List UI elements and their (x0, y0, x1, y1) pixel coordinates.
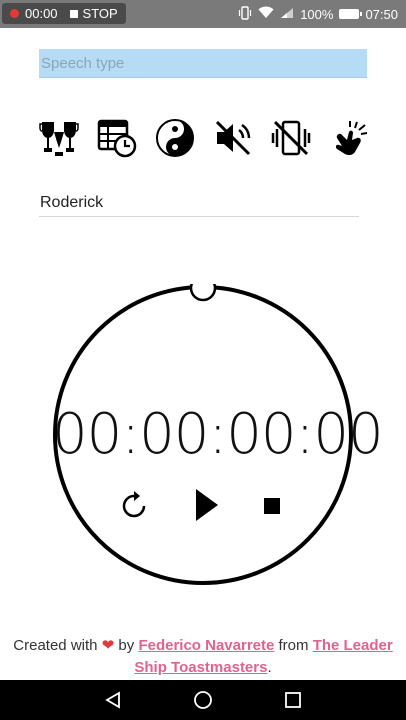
reset-button[interactable] (118, 489, 150, 521)
wifi-icon (258, 6, 274, 22)
vibrate-status-icon (238, 5, 252, 23)
replay-icon (122, 491, 146, 518)
clock: 07:50 (365, 6, 398, 22)
home-button[interactable] (183, 680, 223, 720)
settings-toolbar (38, 117, 370, 159)
stop-button[interactable] (258, 492, 286, 520)
recents-button[interactable] (273, 680, 313, 720)
navigation-bar (0, 680, 406, 720)
yin-yang-icon[interactable] (154, 117, 196, 159)
signal-icon (280, 7, 294, 22)
recording-dot-icon (10, 9, 19, 18)
from-text: from (278, 637, 309, 654)
schedule-calendar-clock-icon[interactable] (96, 117, 138, 159)
speaker-name-input[interactable] (39, 190, 359, 217)
battery-percent: 100% (300, 6, 334, 22)
home-circle-icon (194, 691, 212, 709)
stop-recording-label[interactable]: STOP (83, 6, 118, 21)
recording-time: 00:00 (25, 6, 58, 21)
back-button[interactable] (93, 680, 133, 720)
status-bar: 00:00 STOP 100% 07:50 (0, 0, 406, 28)
stop-icon (264, 498, 280, 514)
play-button[interactable] (188, 485, 224, 525)
volume-off-icon[interactable] (212, 117, 254, 159)
system-indicators: 100% 07:50 (238, 0, 398, 28)
touch-flash-icon[interactable] (328, 117, 370, 159)
by-text: by (118, 637, 135, 654)
recents-square-icon (285, 692, 301, 708)
vibrate-off-icon[interactable] (270, 117, 312, 159)
trophy-cups-icon[interactable] (38, 117, 80, 159)
speech-type-input[interactable] (39, 49, 367, 78)
heart-icon: ❤ (101, 637, 115, 654)
author-link[interactable]: Federico Navarrete (138, 637, 274, 654)
play-icon (196, 489, 218, 521)
back-triangle-icon (105, 691, 120, 709)
dial-handle[interactable] (189, 284, 217, 302)
created-with-text: Created with (13, 637, 98, 654)
battery-icon (339, 9, 363, 19)
stop-square-icon (69, 9, 78, 18)
credits-footer: Created with ❤ by Federico Navarrete fro… (0, 635, 406, 679)
period-text: . (267, 659, 272, 676)
screen-recording-chip[interactable]: 00:00 STOP (2, 3, 126, 24)
timer-display: 00:00:00:00 (52, 402, 384, 467)
